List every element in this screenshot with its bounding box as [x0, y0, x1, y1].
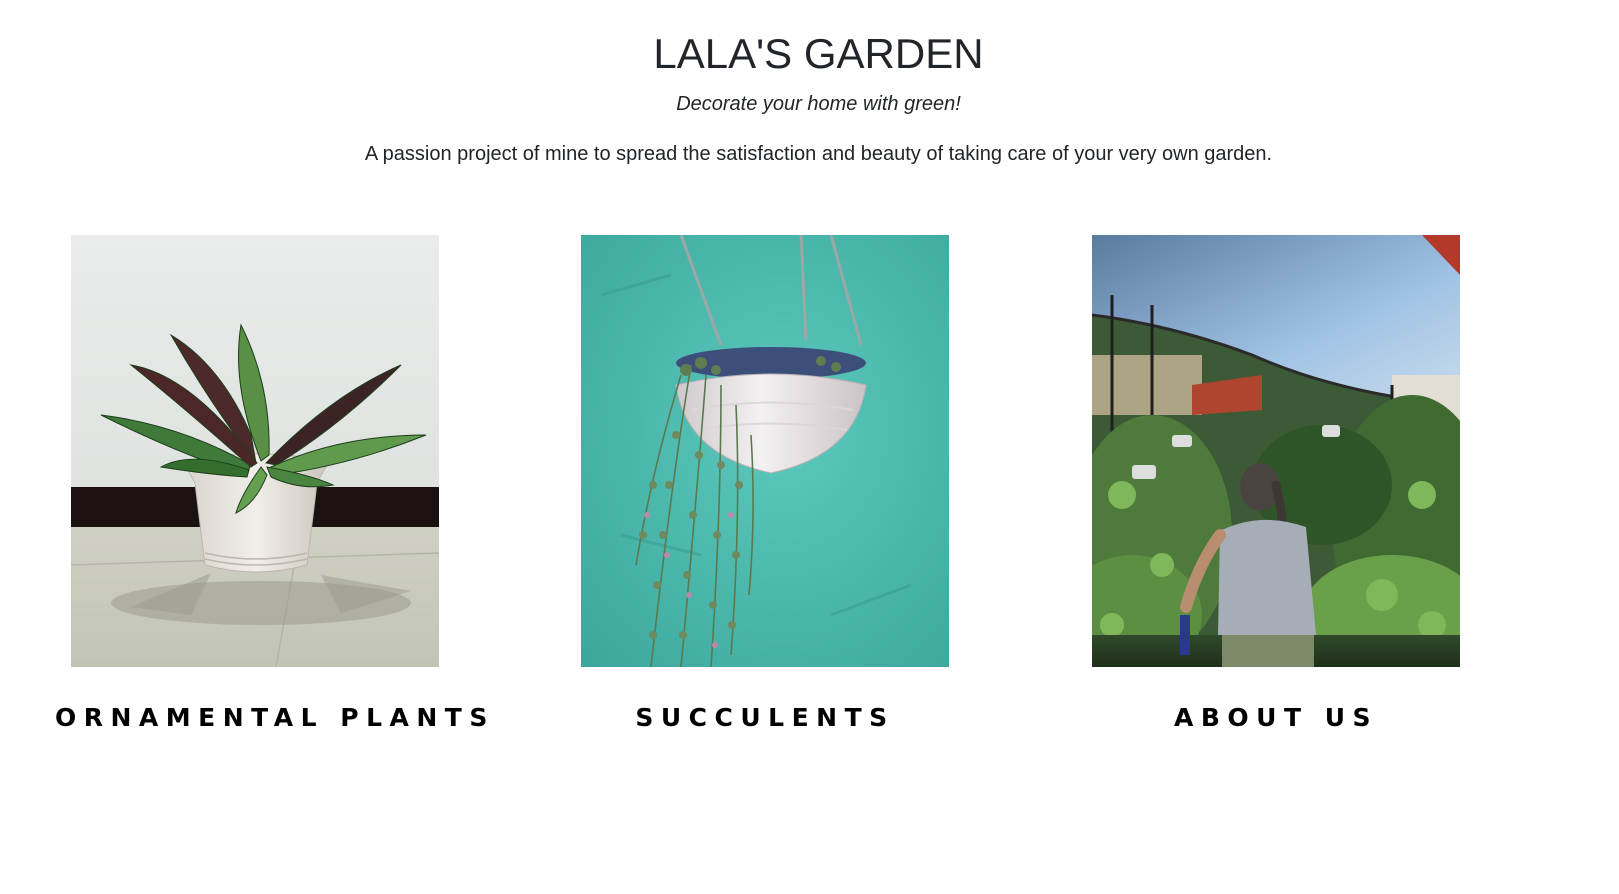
card-ornamental-plants[interactable]: ORNAMENTAL PLANTS — [55, 235, 487, 732]
card-label-about-us[interactable]: ABOUT US — [1076, 703, 1476, 732]
site-title: LALA'S GARDEN — [653, 30, 984, 77]
card-about-us[interactable]: ABOUT US — [1076, 235, 1476, 732]
about-us-image[interactable] — [1092, 235, 1460, 667]
card-succulents[interactable]: SUCCULENTS — [565, 235, 965, 732]
ornamental-plant-image[interactable] — [71, 235, 439, 667]
card-label-ornamental-plants[interactable]: ORNAMENTAL PLANTS — [55, 703, 487, 732]
tagline: Decorate your home with green! — [676, 93, 961, 115]
card-label-succulents[interactable]: SUCCULENTS — [565, 703, 965, 732]
intro-text: A passion project of mine to spread the … — [364, 143, 1273, 165]
succulents-image[interactable] — [581, 235, 949, 667]
